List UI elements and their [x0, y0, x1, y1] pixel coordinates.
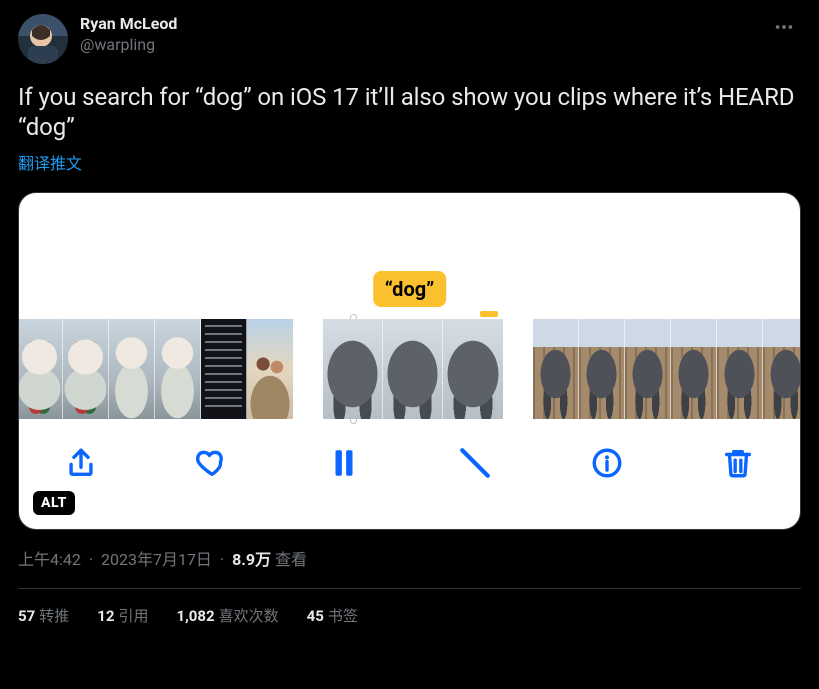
video-timeline[interactable]: [19, 319, 800, 419]
delete-button[interactable]: [710, 443, 766, 483]
timeline-frame: [533, 319, 579, 419]
like-button[interactable]: [184, 443, 240, 483]
quotes-label: 引用: [118, 607, 148, 625]
heart-icon: [195, 446, 229, 480]
media-toolbar: [19, 419, 800, 505]
likes-stat[interactable]: 1,082 喜欢次数: [176, 605, 278, 626]
media-preview-area: “dog”: [19, 193, 800, 307]
info-icon: [590, 446, 624, 480]
avatar[interactable]: [18, 14, 68, 64]
views-count: 8.9万: [232, 550, 271, 569]
tweet-container: Ryan McLeod @warpling If you search for …: [0, 0, 819, 638]
timeline-frame: [155, 319, 201, 419]
timeline-frame: [763, 319, 801, 419]
clip-group-focused[interactable]: [323, 319, 503, 419]
timeline-frame: [717, 319, 763, 419]
translate-link[interactable]: 翻译推文: [18, 150, 801, 174]
timeline-frame: [109, 319, 155, 419]
mute-icon: [458, 446, 492, 480]
media-card[interactable]: “dog”: [18, 192, 801, 530]
bookmarks-label: 书签: [328, 607, 358, 625]
tweet-text: If you search for “dog” on iOS 17 it’ll …: [18, 82, 801, 142]
pause-button[interactable]: [316, 443, 372, 483]
quotes-count: 12: [97, 607, 114, 625]
bookmarks-stat[interactable]: 45书签: [307, 605, 358, 626]
clip-group[interactable]: [533, 319, 801, 419]
retweets-stat[interactable]: 57转推: [18, 605, 69, 626]
share-icon: [64, 446, 98, 480]
likes-count: 1,082: [176, 607, 214, 625]
timeline-frame: [247, 319, 293, 419]
timeline-frame: [443, 319, 503, 419]
tweet-date[interactable]: 2023年7月17日: [101, 550, 212, 569]
timeline-frame: [383, 319, 443, 419]
quotes-stat[interactable]: 12引用: [97, 605, 148, 626]
timeline-frame: [18, 319, 63, 419]
info-button[interactable]: [579, 443, 635, 483]
pause-icon: [327, 446, 361, 480]
timeline-frame: [671, 319, 717, 419]
username[interactable]: @warpling: [80, 35, 767, 55]
timeline-frame: [63, 319, 109, 419]
timeline-frame: [625, 319, 671, 419]
views-label-text: 查看: [275, 550, 307, 569]
retweets-label: 转推: [39, 607, 69, 625]
tweet-header: Ryan McLeod @warpling: [18, 14, 801, 64]
likes-label: 喜欢次数: [219, 607, 279, 625]
alt-text-badge[interactable]: ALT: [33, 491, 75, 515]
timeline-frame: [201, 319, 247, 419]
bookmarks-count: 45: [307, 607, 324, 625]
timeline-frame: [579, 319, 625, 419]
speech-caption-tag: “dog”: [373, 271, 447, 307]
share-button[interactable]: [53, 443, 109, 483]
tweet-meta: 上午4:42 · 2023年7月17日 · 8.9万 查看: [18, 546, 801, 570]
display-name[interactable]: Ryan McLeod: [80, 14, 767, 34]
clip-group[interactable]: [18, 319, 293, 419]
tweet-time[interactable]: 上午4:42: [18, 550, 81, 569]
timeline-frame: [323, 319, 383, 419]
more-icon: [773, 16, 795, 38]
retweets-count: 57: [18, 607, 35, 625]
trash-icon: [721, 446, 755, 480]
speech-caption-marker: [480, 311, 498, 317]
mute-button[interactable]: [447, 443, 503, 483]
tweet-stats: 57转推 12引用 1,082 喜欢次数 45书签: [18, 589, 801, 626]
more-options-button[interactable]: [767, 10, 801, 48]
